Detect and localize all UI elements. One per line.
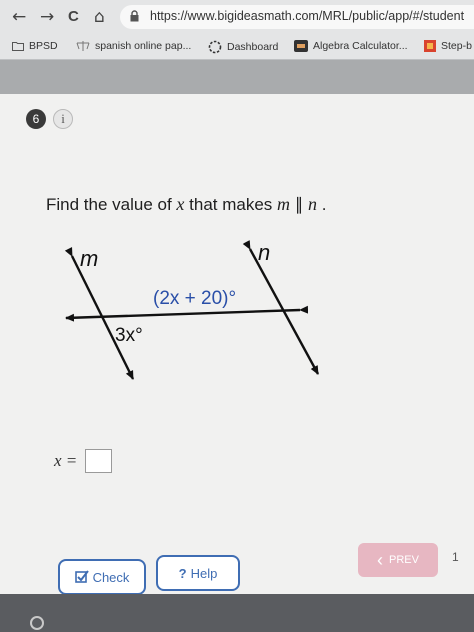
forward-icon[interactable]: → [40,7,54,27]
bookmarks-bar: BPSD spanish online pap... Dashboard Alg… [0,34,474,60]
canvas-icon [208,40,222,54]
bookmark-dashboard[interactable]: Dashboard [208,40,278,54]
info-icon[interactable]: i [53,109,73,129]
label-m: m [80,246,98,271]
angle-label-bottom: 3x° [115,325,143,346]
bookmark-label: Step-b [441,40,472,52]
home-icon[interactable]: ⌂ [94,7,105,27]
mathpapa-icon [294,40,308,52]
help-button[interactable]: ? Help [156,555,240,591]
answer-label: x = [54,451,78,470]
question-card: 6 i Find the value of x that makes m ∥ n… [0,94,474,595]
check-label: Check [92,569,130,585]
label-n: n [258,240,270,265]
page-number: 1 [452,550,459,564]
scale-icon [76,41,90,51]
answer-row: x = [54,449,113,473]
circle-icon[interactable] [30,616,44,630]
question-prompt: Find the value of x that makes m ∥ n . [46,194,327,214]
bookmark-label: BPSD [29,40,58,52]
app-header [0,60,474,94]
prev-button[interactable]: ‹ PREV [358,543,438,577]
back-icon[interactable]: ← [12,7,26,27]
question-number-badge: 6 [26,109,46,129]
folder-icon [12,42,24,51]
checkbox-icon [74,570,89,583]
bookmark-spanish[interactable]: spanish online pap... [76,40,191,52]
help-icon: ? [178,565,187,581]
url-text: https://www.bigideasmath.com/MRL/public/… [150,9,465,23]
bookmark-label: spanish online pap... [95,40,192,52]
bookmark-step[interactable]: Step-b [424,40,472,52]
reload-icon[interactable]: C [68,7,79,27]
angle-label-top: (2x + 20)° [153,288,236,309]
prev-label: PREV [389,554,419,566]
lock-icon [130,10,139,22]
bookmark-label: Dashboard [227,41,279,53]
check-button[interactable]: Check [58,559,146,595]
orange-square-icon [424,40,436,52]
bookmark-label: Algebra Calculator... [313,40,408,52]
bottom-bar [0,594,474,632]
help-label: Help [190,565,218,581]
browser-toolbar: ← → C ⌂ https://www.bigideasmath.com/MRL… [0,0,474,34]
chevron-left-icon: ‹ [377,549,384,570]
bookmark-bpsd[interactable]: BPSD [12,40,58,52]
parallel-lines-diagram: m n (2x + 20)° 3x° [64,240,320,380]
bookmark-algebra[interactable]: Algebra Calculator... [294,40,408,52]
address-bar[interactable]: https://www.bigideasmath.com/MRL/public/… [120,5,474,29]
answer-input[interactable] [85,449,113,473]
